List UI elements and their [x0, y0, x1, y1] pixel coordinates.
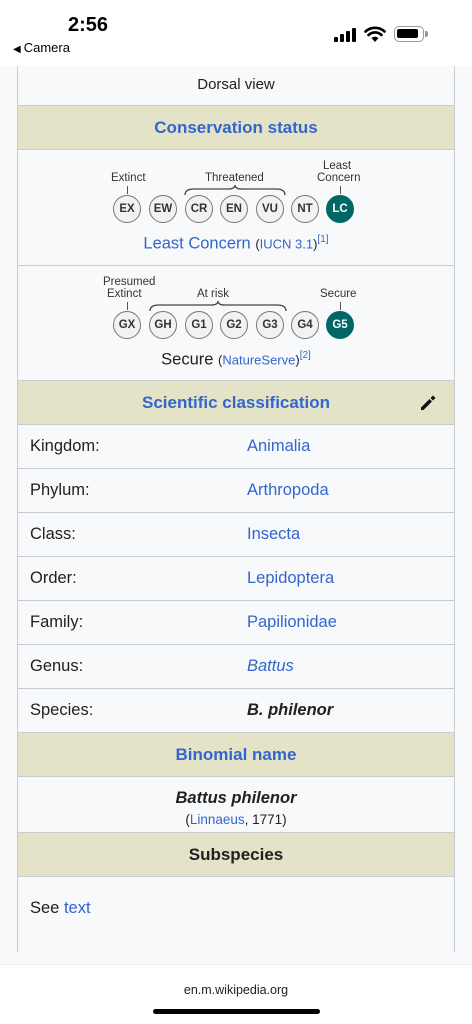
family-link[interactable]: Papilionidae	[247, 613, 337, 632]
ns-presumed-tick	[127, 302, 128, 310]
subspecies-label: Subspecies	[188, 844, 284, 864]
subspecies-text-link[interactable]: text	[64, 899, 91, 917]
binomial-name: Battus philenor	[175, 789, 297, 807]
ns-extinct-label: Extinct	[107, 288, 142, 300]
wifi-icon	[364, 26, 386, 42]
taxonomy-row-family: Family: Papilionidae	[18, 601, 454, 645]
ns-g1-circle: G1	[185, 311, 213, 339]
browser-address-bar[interactable]: en.m.wikipedia.org	[0, 964, 472, 1024]
scientific-classification-header[interactable]: Scientific classification	[18, 381, 454, 425]
home-indicator[interactable]	[153, 1009, 320, 1014]
rank-label: Genus:	[30, 657, 84, 675]
binomial-authority: (Linnaeus, 1771)	[18, 812, 454, 827]
least-concern-link[interactable]: Least Concern	[143, 235, 250, 253]
scientific-classification-label: Scientific classification	[141, 392, 330, 412]
iucn-lc-circle-active: LC	[326, 195, 354, 223]
back-to-app-button[interactable]: ◀ Camera	[13, 40, 70, 55]
iucn-en-circle: EN	[220, 195, 248, 223]
battery-icon	[394, 26, 428, 42]
subspecies-see-text: See text	[30, 899, 91, 918]
iucn-vu-circle: VU	[256, 195, 284, 223]
subspecies-panel: See text	[18, 877, 454, 952]
ns-secure-label: Secure	[320, 288, 357, 300]
iucn-ex-circle: EX	[113, 195, 141, 223]
authority-year: , 1771)	[244, 812, 287, 827]
iucn-threatened-label: Threatened	[205, 172, 264, 184]
ns-at-risk-label: At risk	[197, 288, 229, 300]
ns-g4-circle: G4	[291, 311, 319, 339]
infobox: Dorsal view Conservation status Extinct …	[17, 66, 455, 952]
subspecies-header[interactable]: Subspecies	[18, 833, 454, 877]
rank-label: Species:	[30, 701, 94, 719]
iucn-reference-link[interactable]: [1]	[317, 234, 328, 245]
ns-g5-circle-active: G5	[326, 311, 354, 339]
ns-presumed-label: Presumed	[103, 276, 156, 288]
conservation-status-label: Conservation status	[154, 117, 318, 137]
taxonomy-row-phylum: Phylum: Arthropoda	[18, 469, 454, 513]
iucn-status-panel: Extinct Threatened Least Concern EX EW C…	[18, 150, 454, 266]
edit-pencil-icon[interactable]	[418, 393, 438, 413]
binomial-panel: Battus philenor (Linnaeus, 1771)	[18, 777, 454, 833]
iucn-concern-label: Concern	[317, 172, 361, 184]
iucn-nt-circle: NT	[291, 195, 319, 223]
binomial-name-header[interactable]: Binomial name	[18, 733, 454, 777]
back-app-label: Camera	[23, 40, 70, 55]
taxonomy-row-species: Species: B. philenor	[18, 689, 454, 733]
iucn-cr-circle: CR	[185, 195, 213, 223]
iucn-source-link[interactable]: IUCN 3.1	[260, 237, 313, 252]
natureserve-status-line: Secure (NatureServe)[2]	[18, 350, 454, 370]
ns-at-risk-brace	[149, 300, 287, 312]
image-caption: Dorsal view	[18, 66, 454, 106]
rank-label: Order:	[30, 569, 77, 587]
back-arrow-icon: ◀	[13, 44, 21, 55]
natureserve-reference-link[interactable]: [2]	[300, 350, 311, 361]
taxonomy-row-kingdom: Kingdom: Animalia	[18, 425, 454, 469]
iucn-extinct-label: Extinct	[111, 172, 146, 184]
iucn-least-label: Least	[323, 160, 352, 172]
class-link[interactable]: Insecta	[247, 525, 300, 544]
status-bar: 2:56 ◀ Camera	[0, 0, 472, 66]
linnaeus-link[interactable]: Linnaeus	[190, 812, 245, 827]
natureserve-link[interactable]: NatureServe	[222, 353, 295, 368]
iucn-scale: Extinct Threatened Least Concern EX EW C…	[18, 150, 454, 265]
genus-link[interactable]: Battus	[247, 657, 294, 676]
taxonomy-row-order: Order: Lepidoptera	[18, 557, 454, 601]
taxonomy-row-class: Class: Insecta	[18, 513, 454, 557]
clock: 2:56	[68, 14, 109, 36]
rank-label: Phylum:	[30, 481, 90, 499]
kingdom-link[interactable]: Animalia	[247, 437, 310, 456]
ns-gx-circle: GX	[113, 311, 141, 339]
ns-g2-circle: G2	[220, 311, 248, 339]
rank-label: Class:	[30, 525, 76, 543]
iucn-status-line: Least Concern (IUCN 3.1)[1]	[143, 234, 329, 253]
iucn-extinct-tick	[127, 186, 128, 194]
order-link[interactable]: Lepidoptera	[247, 569, 334, 588]
binomial-name-label: Binomial name	[175, 744, 297, 764]
ns-secure-tick	[340, 302, 341, 310]
cellular-signal-icon	[334, 28, 356, 42]
natureserve-scale: Presumed Extinct At risk Secure GX GH G1…	[18, 266, 454, 380]
secure-status-text: Secure	[161, 350, 214, 369]
ns-g3-circle: G3	[256, 311, 284, 339]
url-text[interactable]: en.m.wikipedia.org	[0, 983, 472, 997]
rank-label: Kingdom:	[30, 437, 100, 455]
rank-label: Family:	[30, 613, 84, 631]
natureserve-status-panel: Presumed Extinct At risk Secure GX GH G1…	[18, 266, 454, 381]
ns-gh-circle: GH	[149, 311, 177, 339]
phylum-link[interactable]: Arthropoda	[247, 481, 329, 500]
taxonomy-row-genus: Genus: Battus	[18, 645, 454, 689]
species-name: B. philenor	[247, 701, 334, 719]
see-label: See	[30, 899, 64, 917]
iucn-ew-circle: EW	[149, 195, 177, 223]
conservation-status-header[interactable]: Conservation status	[18, 106, 454, 150]
iucn-lc-tick	[340, 186, 341, 194]
